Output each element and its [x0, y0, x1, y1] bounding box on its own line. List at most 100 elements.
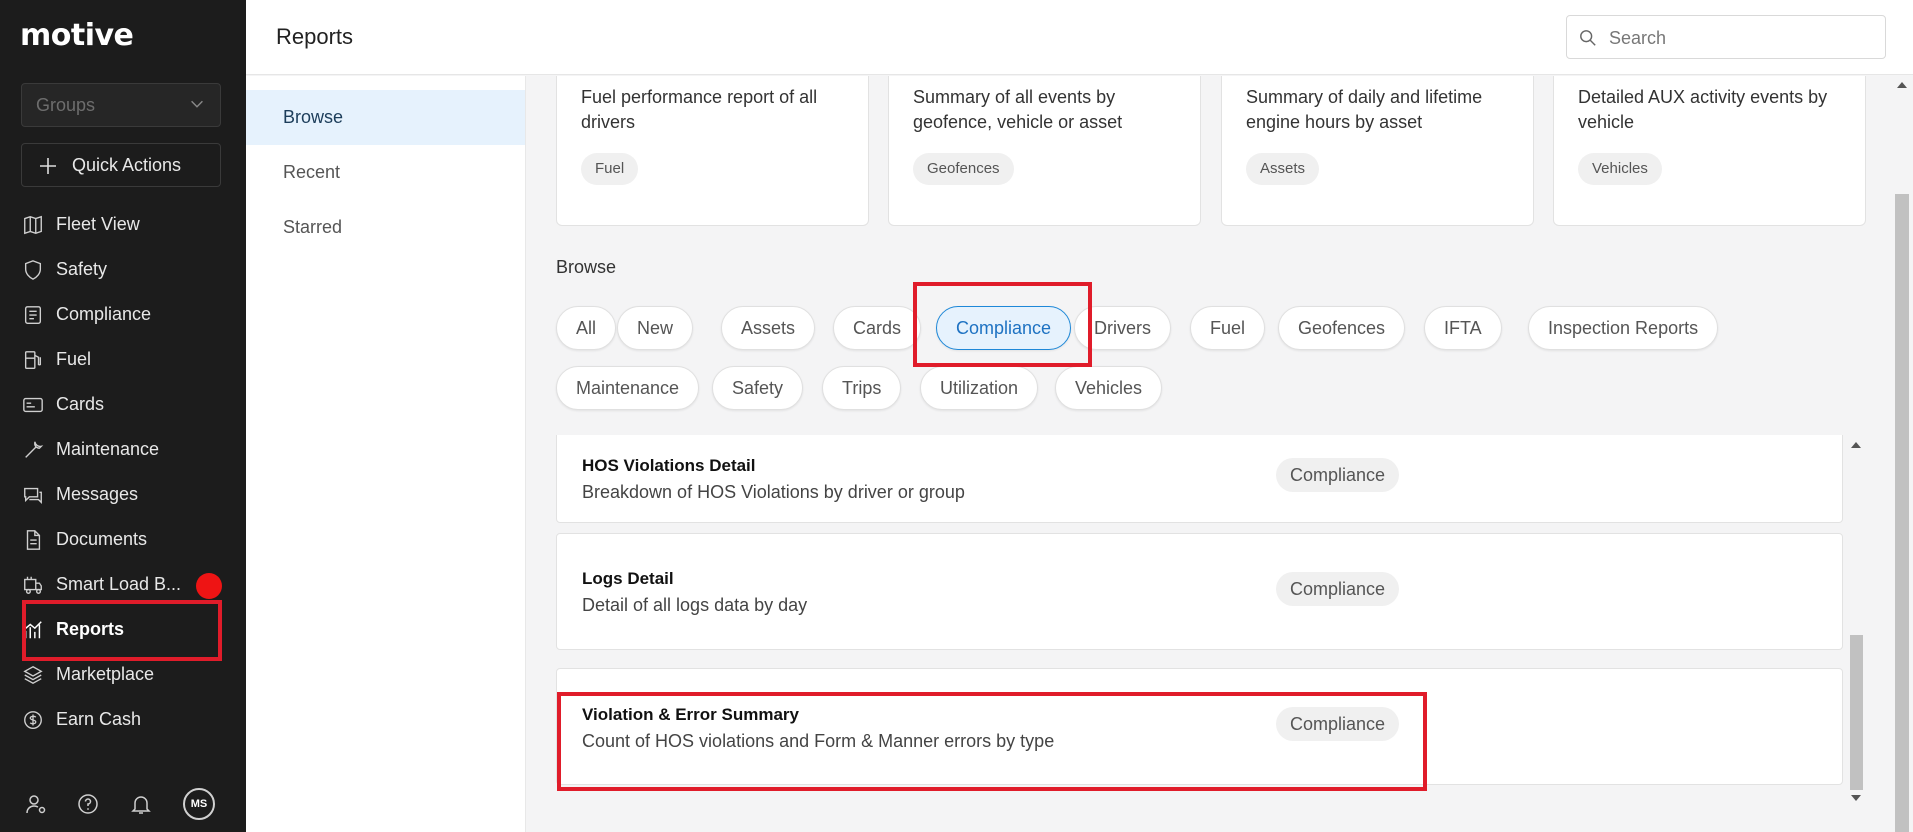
report-card[interactable]: Summary of daily and lifetime engine hou…: [1221, 76, 1534, 226]
avatar[interactable]: MS: [183, 788, 215, 820]
sidebar-item-earn-cash[interactable]: Earn Cash: [0, 697, 246, 742]
chat-icon: [24, 487, 42, 504]
report-desc: Count of HOS violations and Form & Manne…: [582, 731, 1055, 751]
subnav-browse[interactable]: Browse: [246, 90, 525, 145]
report-tag: Compliance: [1276, 572, 1400, 606]
sidebar-item-label: Earn Cash: [56, 709, 142, 729]
file-icon: [26, 530, 41, 550]
reports-list-scrollbar[interactable]: [1848, 440, 1864, 810]
sidebar-item-marketplace[interactable]: Marketplace: [0, 652, 246, 697]
report-desc: Breakdown of HOS Violations by driver or…: [582, 482, 965, 502]
filter-safety[interactable]: Safety: [712, 366, 804, 410]
report-name: HOS Violations Detail: [582, 456, 756, 475]
reports-subnav: Browse Recent Starred: [246, 76, 526, 832]
sidebar-item-label: Reports: [56, 619, 125, 639]
filter-inspection-reports[interactable]: Inspection Reports: [1528, 306, 1719, 350]
subnav-recent[interactable]: Recent: [246, 145, 525, 200]
sidebar-item-reports[interactable]: Reports: [0, 607, 246, 652]
report-card-desc: Detailed AUX activity events by vehicle: [1578, 87, 1828, 132]
truck-load-icon: [24, 576, 42, 594]
map-icon: [24, 215, 42, 235]
subnav-starred[interactable]: Starred: [246, 200, 525, 255]
report-row[interactable]: Logs Detail Detail of all logs data by d…: [556, 533, 1843, 650]
sidebar-item-messages[interactable]: Messages: [0, 472, 246, 517]
report-card-desc: Summary of all events by geofence, vehic…: [913, 87, 1123, 132]
plus-icon: [40, 158, 56, 174]
filter-maintenance[interactable]: Maintenance: [556, 366, 700, 410]
filter-all[interactable]: All: [556, 306, 617, 350]
filter-assets[interactable]: Assets: [721, 306, 816, 350]
filter-geofences[interactable]: Geofences: [1278, 306, 1406, 350]
sidebar-item-fleet-view[interactable]: Fleet View: [0, 202, 246, 247]
report-card-tag: Assets: [1246, 153, 1320, 185]
page-title: Reports: [276, 24, 354, 49]
filter-drivers[interactable]: Drivers: [1074, 306, 1171, 350]
scrollbar-thumb[interactable]: [1895, 194, 1909, 832]
sidebar-item-label: Maintenance: [56, 439, 160, 459]
filter-vehicles[interactable]: Vehicles: [1055, 366, 1163, 410]
chart-icon: [24, 621, 42, 639]
report-row[interactable]: Violation & Error Summary Count of HOS v…: [556, 668, 1843, 785]
search-input[interactable]: [1609, 25, 1869, 51]
main-content: Fuel performance report of all drivers F…: [527, 76, 1913, 832]
report-desc: Detail of all logs data by day: [582, 595, 808, 615]
quick-actions-label: Quick Actions: [72, 155, 182, 175]
report-card-desc: Fuel performance report of all drivers: [581, 87, 818, 132]
report-card-desc: Summary of daily and lifetime engine hou…: [1246, 87, 1483, 132]
groups-dropdown[interactable]: Groups: [21, 83, 221, 127]
sidebar-item-cards[interactable]: Cards: [0, 382, 246, 427]
filter-trips[interactable]: Trips: [822, 366, 902, 410]
scroll-down-arrow-icon[interactable]: [1851, 795, 1861, 801]
header: Reports: [246, 0, 1913, 75]
quick-actions-button[interactable]: Quick Actions: [21, 143, 221, 187]
report-card[interactable]: Fuel performance report of all drivers F…: [556, 76, 869, 226]
scrollbar-thumb[interactable]: [1850, 635, 1863, 790]
notification-badge: [196, 573, 222, 599]
sidebar-item-maintenance[interactable]: Maintenance: [0, 427, 246, 472]
search-box[interactable]: [1566, 15, 1886, 59]
report-card-tag: Fuel: [581, 153, 639, 185]
filter-utilization[interactable]: Utilization: [920, 366, 1039, 410]
sidebar-item-safety[interactable]: Safety: [0, 247, 246, 292]
layers-icon: [23, 665, 43, 685]
report-name: Logs Detail: [582, 569, 674, 588]
filter-cards[interactable]: Cards: [833, 306, 922, 350]
shield-icon: [24, 260, 42, 280]
sidebar-item-label: Smart Load B...: [56, 574, 182, 594]
user-settings-icon[interactable]: [24, 792, 48, 816]
filter-compliance[interactable]: Compliance: [936, 306, 1072, 350]
report-row[interactable]: HOS Violations Detail Breakdown of HOS V…: [556, 435, 1843, 523]
scroll-up-arrow-icon[interactable]: [1897, 82, 1907, 88]
sidebar-item-label: Marketplace: [56, 664, 155, 684]
bell-icon[interactable]: [129, 792, 153, 816]
groups-placeholder: Groups: [36, 95, 96, 115]
sidebar-item-fuel[interactable]: Fuel: [0, 337, 246, 382]
sidebar-item-label: Cards: [56, 394, 105, 414]
filter-new[interactable]: New: [617, 306, 694, 350]
dollar-circle-icon: [24, 711, 42, 729]
scroll-up-arrow-icon[interactable]: [1851, 442, 1861, 448]
sidebar-item-label: Documents: [56, 529, 148, 549]
motive-logo[interactable]: motive: [20, 18, 134, 53]
browse-heading: Browse: [556, 257, 617, 277]
sidebar-item-label: Compliance: [56, 304, 152, 324]
sidebar-item-label: Messages: [56, 484, 139, 504]
report-card[interactable]: Detailed AUX activity events by vehicle …: [1553, 76, 1866, 226]
report-card[interactable]: Summary of all events by geofence, vehic…: [888, 76, 1201, 226]
fuel-pump-icon: [24, 351, 42, 369]
reports-list: HOS Violations Detail Breakdown of HOS V…: [556, 435, 1843, 832]
chevron-down-icon: [191, 100, 203, 108]
sidebar-item-label: Fleet View: [56, 214, 140, 234]
sidebar-item-documents[interactable]: Documents: [0, 517, 246, 562]
sidebar-item-compliance[interactable]: Compliance: [0, 292, 246, 337]
report-name: Violation & Error Summary: [582, 705, 799, 724]
help-icon[interactable]: [76, 792, 100, 816]
report-card-tag: Vehicles: [1578, 153, 1662, 185]
page-scrollbar[interactable]: [1893, 76, 1911, 832]
featured-reports: Fuel performance report of all drivers F…: [556, 76, 1896, 226]
wrench-icon: [25, 441, 44, 458]
sidebar-item-label: Fuel: [56, 349, 92, 369]
sidebar-item-label: Safety: [56, 259, 108, 279]
filter-fuel[interactable]: Fuel: [1190, 306, 1266, 350]
filter-ifta[interactable]: IFTA: [1424, 306, 1502, 350]
